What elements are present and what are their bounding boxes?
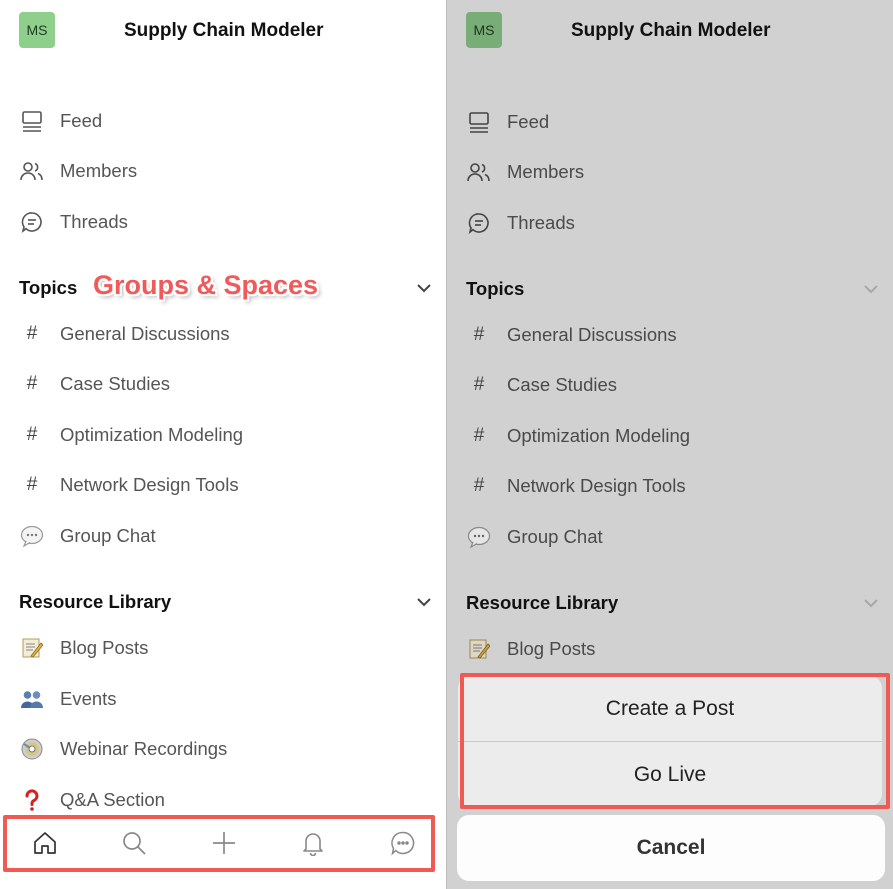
hash-icon: # bbox=[26, 323, 38, 344]
topic-label: Optimization Modeling bbox=[507, 425, 691, 446]
resources-section-header[interactable]: Resource Library bbox=[447, 583, 893, 623]
threads-icon bbox=[466, 210, 492, 236]
topic-label: Group Chat bbox=[60, 525, 156, 546]
section-title: Topics bbox=[19, 277, 78, 298]
hash-icon: # bbox=[473, 374, 485, 395]
avatar[interactable]: MS bbox=[19, 12, 55, 48]
annotation-label: Groups & Spaces bbox=[93, 270, 319, 300]
resource-item[interactable]: Blog Posts bbox=[447, 629, 893, 669]
resource-item[interactable]: Blog Posts bbox=[0, 628, 446, 668]
app-title: Supply Chain Modeler bbox=[571, 20, 771, 41]
speech-bubble-icon bbox=[466, 524, 492, 550]
topics-section-header[interactable]: Topics bbox=[447, 269, 893, 309]
action-sheet-highlight bbox=[460, 673, 890, 809]
topic-label: Optimization Modeling bbox=[60, 424, 244, 445]
topic-label: Case Studies bbox=[507, 374, 618, 395]
topic-label: Case Studies bbox=[60, 373, 171, 394]
resource-item[interactable]: Q&A Section bbox=[0, 780, 446, 820]
nav-label: Feed bbox=[60, 110, 103, 131]
cancel-button[interactable]: Cancel bbox=[457, 815, 885, 881]
disc-icon bbox=[19, 736, 45, 762]
header: MS Supply Chain Modeler bbox=[0, 0, 446, 62]
avatar[interactable]: MS bbox=[466, 12, 502, 48]
speech-bubble-icon bbox=[19, 523, 45, 549]
hash-icon: # bbox=[473, 425, 485, 446]
topic-label: Network Design Tools bbox=[60, 474, 239, 495]
hash-icon: # bbox=[473, 475, 485, 496]
resource-label: Blog Posts bbox=[60, 637, 149, 658]
resource-label: Blog Posts bbox=[507, 638, 596, 659]
app-title: Supply Chain Modeler bbox=[124, 20, 324, 41]
hash-icon: # bbox=[26, 474, 38, 495]
chevron-down-icon[interactable] bbox=[863, 281, 879, 297]
members-icon bbox=[19, 158, 45, 184]
right-panel: MS Supply Chain Modeler Feed Members Thr… bbox=[447, 0, 893, 889]
nav-label: Threads bbox=[60, 211, 128, 232]
topic-label: General Discussions bbox=[60, 323, 230, 344]
topic-label: Group Chat bbox=[507, 526, 603, 547]
topic-label: General Discussions bbox=[507, 324, 677, 345]
members-icon bbox=[466, 159, 492, 185]
resource-label: Webinar Recordings bbox=[60, 738, 228, 759]
nav-item-feed[interactable]: Feed bbox=[447, 102, 893, 142]
chevron-down-icon[interactable] bbox=[416, 280, 432, 296]
memo-icon bbox=[19, 635, 45, 661]
left-panel: MS Supply Chain Modeler Feed Members Thr… bbox=[0, 0, 446, 889]
topic-item[interactable]: # Optimization Modeling bbox=[0, 415, 446, 455]
resource-label: Q&A Section bbox=[60, 789, 165, 810]
nav-item-threads[interactable]: Threads bbox=[447, 203, 893, 243]
topic-label: Network Design Tools bbox=[507, 475, 686, 496]
resource-label: Events bbox=[60, 688, 117, 709]
nav-label: Members bbox=[60, 160, 138, 181]
topic-item[interactable]: # Network Design Tools bbox=[0, 465, 446, 505]
section-title: Resource Library bbox=[19, 591, 172, 612]
nav-item-members[interactable]: Members bbox=[0, 151, 446, 191]
topic-item[interactable]: # Case Studies bbox=[0, 364, 446, 404]
topic-item[interactable]: # Case Studies bbox=[447, 365, 893, 405]
feed-icon bbox=[19, 108, 45, 134]
topic-item-group-chat[interactable]: Group Chat bbox=[447, 517, 893, 557]
people-icon bbox=[19, 686, 45, 712]
nav-label: Threads bbox=[507, 212, 575, 233]
memo-icon bbox=[466, 636, 492, 662]
hash-icon: # bbox=[26, 424, 38, 445]
chevron-down-icon[interactable] bbox=[416, 594, 432, 610]
hash-icon: # bbox=[26, 373, 38, 394]
header: MS Supply Chain Modeler bbox=[447, 0, 893, 62]
topic-item[interactable]: # General Discussions bbox=[447, 315, 893, 355]
nav-item-feed[interactable]: Feed bbox=[0, 101, 446, 141]
nav-label: Feed bbox=[507, 111, 550, 132]
feed-icon bbox=[466, 109, 492, 135]
resource-item[interactable]: Events bbox=[0, 679, 446, 719]
nav-label: Members bbox=[507, 161, 585, 182]
question-icon bbox=[19, 787, 45, 813]
topic-item-group-chat[interactable]: Group Chat bbox=[0, 516, 446, 556]
topic-item[interactable]: # General Discussions bbox=[0, 314, 446, 354]
threads-icon bbox=[19, 209, 45, 235]
section-title: Topics bbox=[466, 278, 525, 299]
resources-section-header[interactable]: Resource Library bbox=[0, 582, 446, 622]
hash-icon: # bbox=[473, 324, 485, 345]
section-title: Resource Library bbox=[466, 592, 619, 613]
topic-item[interactable]: # Optimization Modeling bbox=[447, 416, 893, 456]
topic-item[interactable]: # Network Design Tools bbox=[447, 466, 893, 506]
tab-bar-highlight bbox=[3, 815, 435, 872]
chevron-down-icon[interactable] bbox=[863, 595, 879, 611]
nav-item-threads[interactable]: Threads bbox=[0, 202, 446, 242]
nav-item-members[interactable]: Members bbox=[447, 152, 893, 192]
resource-item[interactable]: Webinar Recordings bbox=[0, 729, 446, 769]
